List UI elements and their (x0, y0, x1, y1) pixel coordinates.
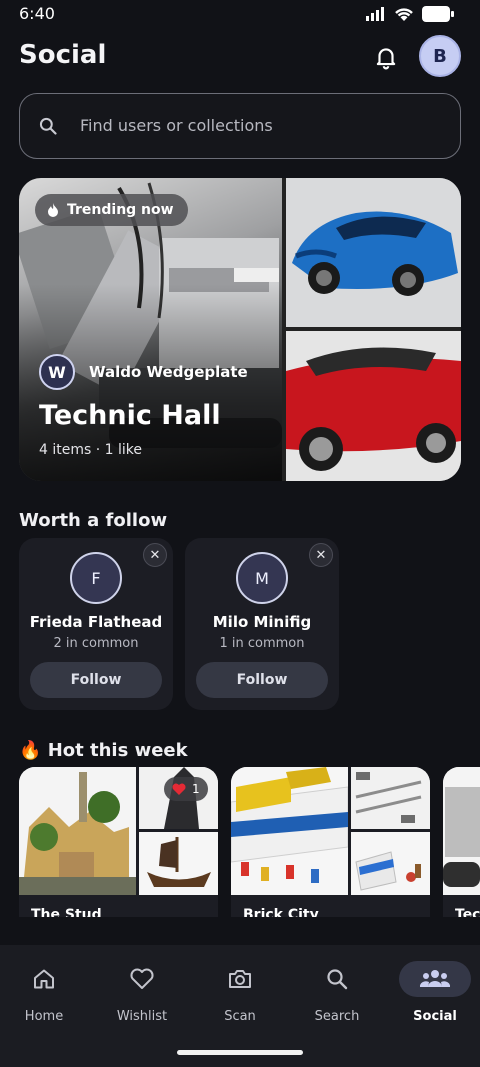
heart-icon (172, 783, 186, 795)
collection-image (139, 832, 218, 895)
collection-image (19, 767, 136, 895)
dismiss-button[interactable]: ✕ (143, 543, 167, 567)
home-indicator (177, 1050, 303, 1055)
featured-thumb-red-car (286, 331, 461, 481)
hot-collection-card[interactable]: Brick City (231, 767, 430, 917)
user-name: Milo Minifig (212, 613, 312, 631)
status-icons (366, 6, 454, 22)
search-icon (39, 117, 57, 135)
fire-icon: 🔥 (19, 740, 42, 761)
follow-button[interactable]: Follow (30, 662, 162, 698)
like-badge[interactable]: 1 (164, 777, 208, 801)
collection-meta: 4 items · 1 like (39, 442, 142, 458)
nav-item-social[interactable]: Social (387, 961, 480, 1031)
hot-section-title: 🔥 Hot this week (19, 740, 188, 761)
search-icon (327, 969, 348, 990)
people-icon (419, 970, 451, 987)
collection-name: The Stud (31, 907, 102, 917)
status-time: 6:40 (19, 4, 55, 23)
featured-owner[interactable]: W Waldo Wedgeplate (39, 354, 248, 390)
dismiss-button[interactable]: ✕ (309, 543, 333, 567)
nav-item-search[interactable]: Search (289, 961, 385, 1031)
common-count: 2 in common (53, 636, 139, 651)
status-bar: 6:40 (0, 0, 480, 30)
wifi-icon (395, 7, 413, 21)
owner-name: Waldo Wedgeplate (89, 363, 248, 381)
user-avatar: M (236, 552, 288, 604)
nav-item-wishlist[interactable]: Wishlist (94, 961, 190, 1031)
trending-label: Trending now (67, 202, 174, 218)
owner-avatar: W (39, 354, 75, 390)
nav-label: Search (314, 1009, 360, 1024)
nav-label: Scan (224, 1009, 256, 1024)
collection-image (231, 767, 348, 895)
hot-collection-card[interactable]: Tec (443, 767, 480, 917)
search-field[interactable]: Find users or collections (19, 93, 461, 159)
camera-icon (229, 970, 251, 988)
collection-image (351, 767, 430, 829)
collection-image (351, 832, 430, 895)
nav-label: Home (24, 1009, 64, 1024)
user-avatar: F (70, 552, 122, 604)
like-count: 1 (192, 782, 200, 796)
follow-suggestion-card[interactable]: ✕ M Milo Minifig 1 in common Follow (185, 538, 339, 710)
featured-thumb-blue-car (286, 178, 461, 327)
hot-collection-card[interactable]: 1 The Stud (19, 767, 218, 917)
common-count: 1 in common (219, 636, 305, 651)
signal-icon (366, 7, 384, 21)
profile-avatar[interactable]: B (419, 35, 461, 77)
featured-collection-card[interactable]: Trending now W Waldo Wedgeplate Technic … (19, 178, 461, 481)
collection-title: Technic Hall (39, 400, 221, 431)
collection-name: Tec (455, 907, 480, 917)
nav-item-scan[interactable]: Scan (192, 961, 288, 1031)
battery-icon (422, 6, 454, 22)
hot-section-label: Hot this week (47, 740, 188, 761)
collection-image (443, 767, 480, 895)
user-name: Frieda Flathead (29, 613, 163, 631)
follow-suggestion-card[interactable]: ✕ F Frieda Flathead 2 in common Follow (19, 538, 173, 710)
bell-icon[interactable] (373, 44, 399, 70)
heart-icon (130, 968, 154, 989)
app-header: Social B (0, 34, 480, 82)
home-icon (34, 969, 54, 989)
follow-section-title: Worth a follow (19, 510, 168, 531)
nav-label: Social (413, 1009, 457, 1024)
search-placeholder: Find users or collections (80, 116, 273, 135)
follow-button[interactable]: Follow (196, 662, 328, 698)
bottom-navigation: Home Wishlist Scan Search Social (0, 945, 480, 1067)
trending-badge: Trending now (35, 194, 188, 226)
nav-label: Wishlist (116, 1009, 168, 1024)
flame-icon (48, 203, 58, 217)
nav-item-home[interactable]: Home (0, 961, 92, 1031)
collection-name: Brick City (243, 907, 319, 917)
page-title: Social (19, 40, 107, 70)
